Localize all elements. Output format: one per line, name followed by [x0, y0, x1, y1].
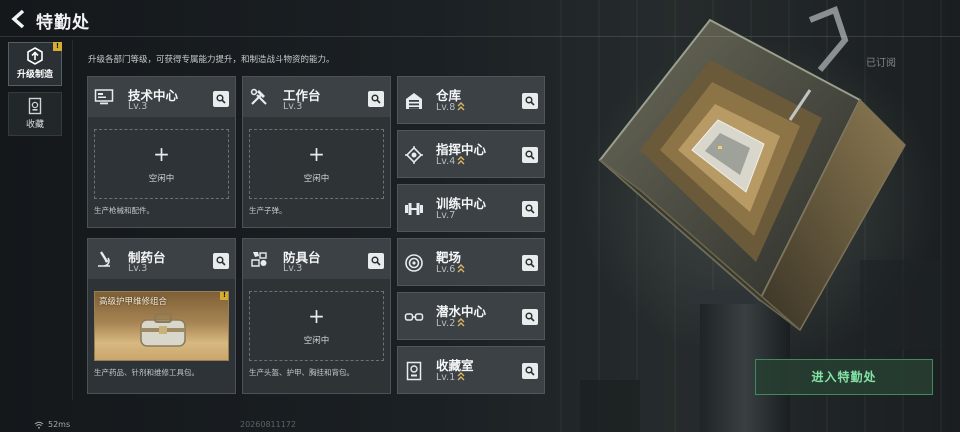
- search-icon: [525, 150, 535, 160]
- search-icon: [525, 312, 535, 322]
- facility-card-workbench[interactable]: 工作台 Lv.3 + 空闲中 生产子弹。: [242, 76, 391, 228]
- slot-status: 空闲中: [303, 174, 330, 184]
- card-header: 防具台 Lv.3: [243, 239, 390, 279]
- search-button[interactable]: [522, 93, 538, 109]
- page-title: 特勤处: [36, 13, 90, 33]
- production-slot-crafting[interactable]: 高级护甲维修组合 !: [94, 291, 229, 361]
- header-bar: 特勤处: [0, 0, 960, 40]
- facility-warehouse[interactable]: 仓库 Lv.8: [397, 76, 545, 124]
- search-icon: [216, 256, 226, 266]
- back-arrow-icon[interactable]: [8, 8, 30, 30]
- network-latency: 52ms: [48, 420, 71, 429]
- armor-repair-kit-icon: [140, 313, 186, 347]
- page-description: 升级各部门等级，可获得专属能力提升，和制造战斗物资的能力。: [88, 55, 335, 65]
- collection-icon: [28, 97, 42, 115]
- nav-upgrade-craft[interactable]: 升级制造 !: [8, 42, 62, 86]
- command-chip-icon: [405, 146, 423, 164]
- search-icon: [371, 94, 381, 104]
- search-button[interactable]: [522, 309, 538, 325]
- search-icon: [525, 366, 535, 376]
- search-icon: [216, 94, 226, 104]
- upgrade-arrow-icon: [457, 372, 465, 381]
- search-icon: [525, 96, 535, 106]
- search-icon: [525, 204, 535, 214]
- nav-alert-badge: !: [53, 42, 62, 51]
- production-slot-idle[interactable]: + 空闲中: [249, 291, 384, 361]
- add-icon: +: [308, 304, 325, 328]
- search-button[interactable]: [522, 255, 538, 271]
- card-header: 工作台 Lv.3: [243, 77, 390, 117]
- card-description: 生产头盔、护甲、胸挂和背包。: [249, 368, 354, 377]
- slot-status: 空闲中: [148, 174, 175, 184]
- target-icon: [405, 254, 423, 272]
- facility-shooting-range[interactable]: 靶场 Lv.6: [397, 238, 545, 286]
- warehouse-icon: [406, 93, 422, 109]
- subscribed-label: 已订阅: [866, 58, 896, 69]
- slot-status: 空闲中: [303, 336, 330, 346]
- collection-room-icon: [406, 361, 422, 381]
- upgrade-arrow-icon: [457, 318, 465, 327]
- card-description: 生产药品、针剂和维修工具包。: [94, 368, 199, 377]
- nav-upgrade-craft-label: 升级制造: [16, 70, 53, 80]
- card-level: Lv.3: [128, 101, 148, 112]
- facility-card-pharmacy[interactable]: 制药台 Lv.3 高级护甲维修组合 ! 生产药品、针剂和维修工具包。: [87, 238, 236, 394]
- facility-command-center[interactable]: 指挥中心 Lv.4: [397, 130, 545, 178]
- upgrade-craft-icon: [27, 47, 43, 65]
- facility-collection-room[interactable]: 收藏室 Lv.1: [397, 346, 545, 394]
- card-level: Lv.3: [283, 101, 303, 112]
- search-button[interactable]: [368, 91, 384, 107]
- microscope-icon: [98, 251, 110, 267]
- nav-divider: [72, 40, 73, 400]
- upgrade-arrow-icon: [457, 264, 465, 273]
- search-button[interactable]: [522, 147, 538, 163]
- facility-card-tech-center[interactable]: 技术中心 Lv.3 + 空闲中 生产枪械和配件。: [87, 76, 236, 228]
- search-button[interactable]: [213, 91, 229, 107]
- facility-level: Lv.7: [436, 210, 456, 221]
- card-level: Lv.3: [283, 263, 303, 274]
- add-icon: +: [153, 142, 170, 166]
- search-button[interactable]: [522, 201, 538, 217]
- search-icon: [525, 258, 535, 268]
- header-divider: [0, 36, 960, 37]
- card-description: 生产枪械和配件。: [94, 206, 154, 215]
- dumbbell-icon: [405, 203, 423, 215]
- search-button[interactable]: [368, 253, 384, 269]
- search-button[interactable]: [522, 363, 538, 379]
- hammer-wrench-icon: [250, 88, 267, 105]
- add-icon: +: [308, 142, 325, 166]
- card-description: 生产子弹。: [249, 206, 287, 215]
- facility-card-armor-bench[interactable]: 防具台 Lv.3 + 空闲中 生产头盔、护甲、胸挂和背包。: [242, 238, 391, 394]
- facility-training-center[interactable]: 训练中心 Lv.7: [397, 184, 545, 232]
- crafting-item-name: 高级护甲维修组合: [99, 297, 168, 307]
- nav-collection-label: 收藏: [25, 120, 44, 130]
- facility-level: Lv.8: [436, 102, 465, 113]
- facility-level: Lv.4: [436, 156, 465, 167]
- session-id: 20260811172: [240, 420, 296, 429]
- upgrade-arrow-icon: [457, 102, 465, 111]
- craft-alert-badge: !: [220, 292, 228, 300]
- facility-level: Lv.1: [436, 372, 465, 383]
- production-slot-idle[interactable]: + 空闲中: [249, 129, 384, 199]
- card-header: 制药台 Lv.3: [88, 239, 235, 279]
- card-level: Lv.3: [128, 263, 148, 274]
- upgrade-arrow-icon: [457, 156, 465, 165]
- nav-collection[interactable]: 收藏: [8, 92, 62, 136]
- diving-goggles-icon: [404, 313, 424, 321]
- facility-level: Lv.6: [436, 264, 465, 275]
- tech-monitor-icon: [94, 89, 114, 105]
- enter-special-ops-button[interactable]: 进入特勤处: [755, 359, 933, 395]
- search-button[interactable]: [213, 253, 229, 269]
- search-icon: [371, 256, 381, 266]
- card-header: 技术中心 Lv.3: [88, 77, 235, 117]
- facility-diving-center[interactable]: 潜水中心 Lv.2: [397, 292, 545, 340]
- armor-parts-icon: [251, 252, 267, 267]
- production-slot-idle[interactable]: + 空闲中: [94, 129, 229, 199]
- wifi-icon: [34, 421, 44, 429]
- facility-level: Lv.2: [436, 318, 465, 329]
